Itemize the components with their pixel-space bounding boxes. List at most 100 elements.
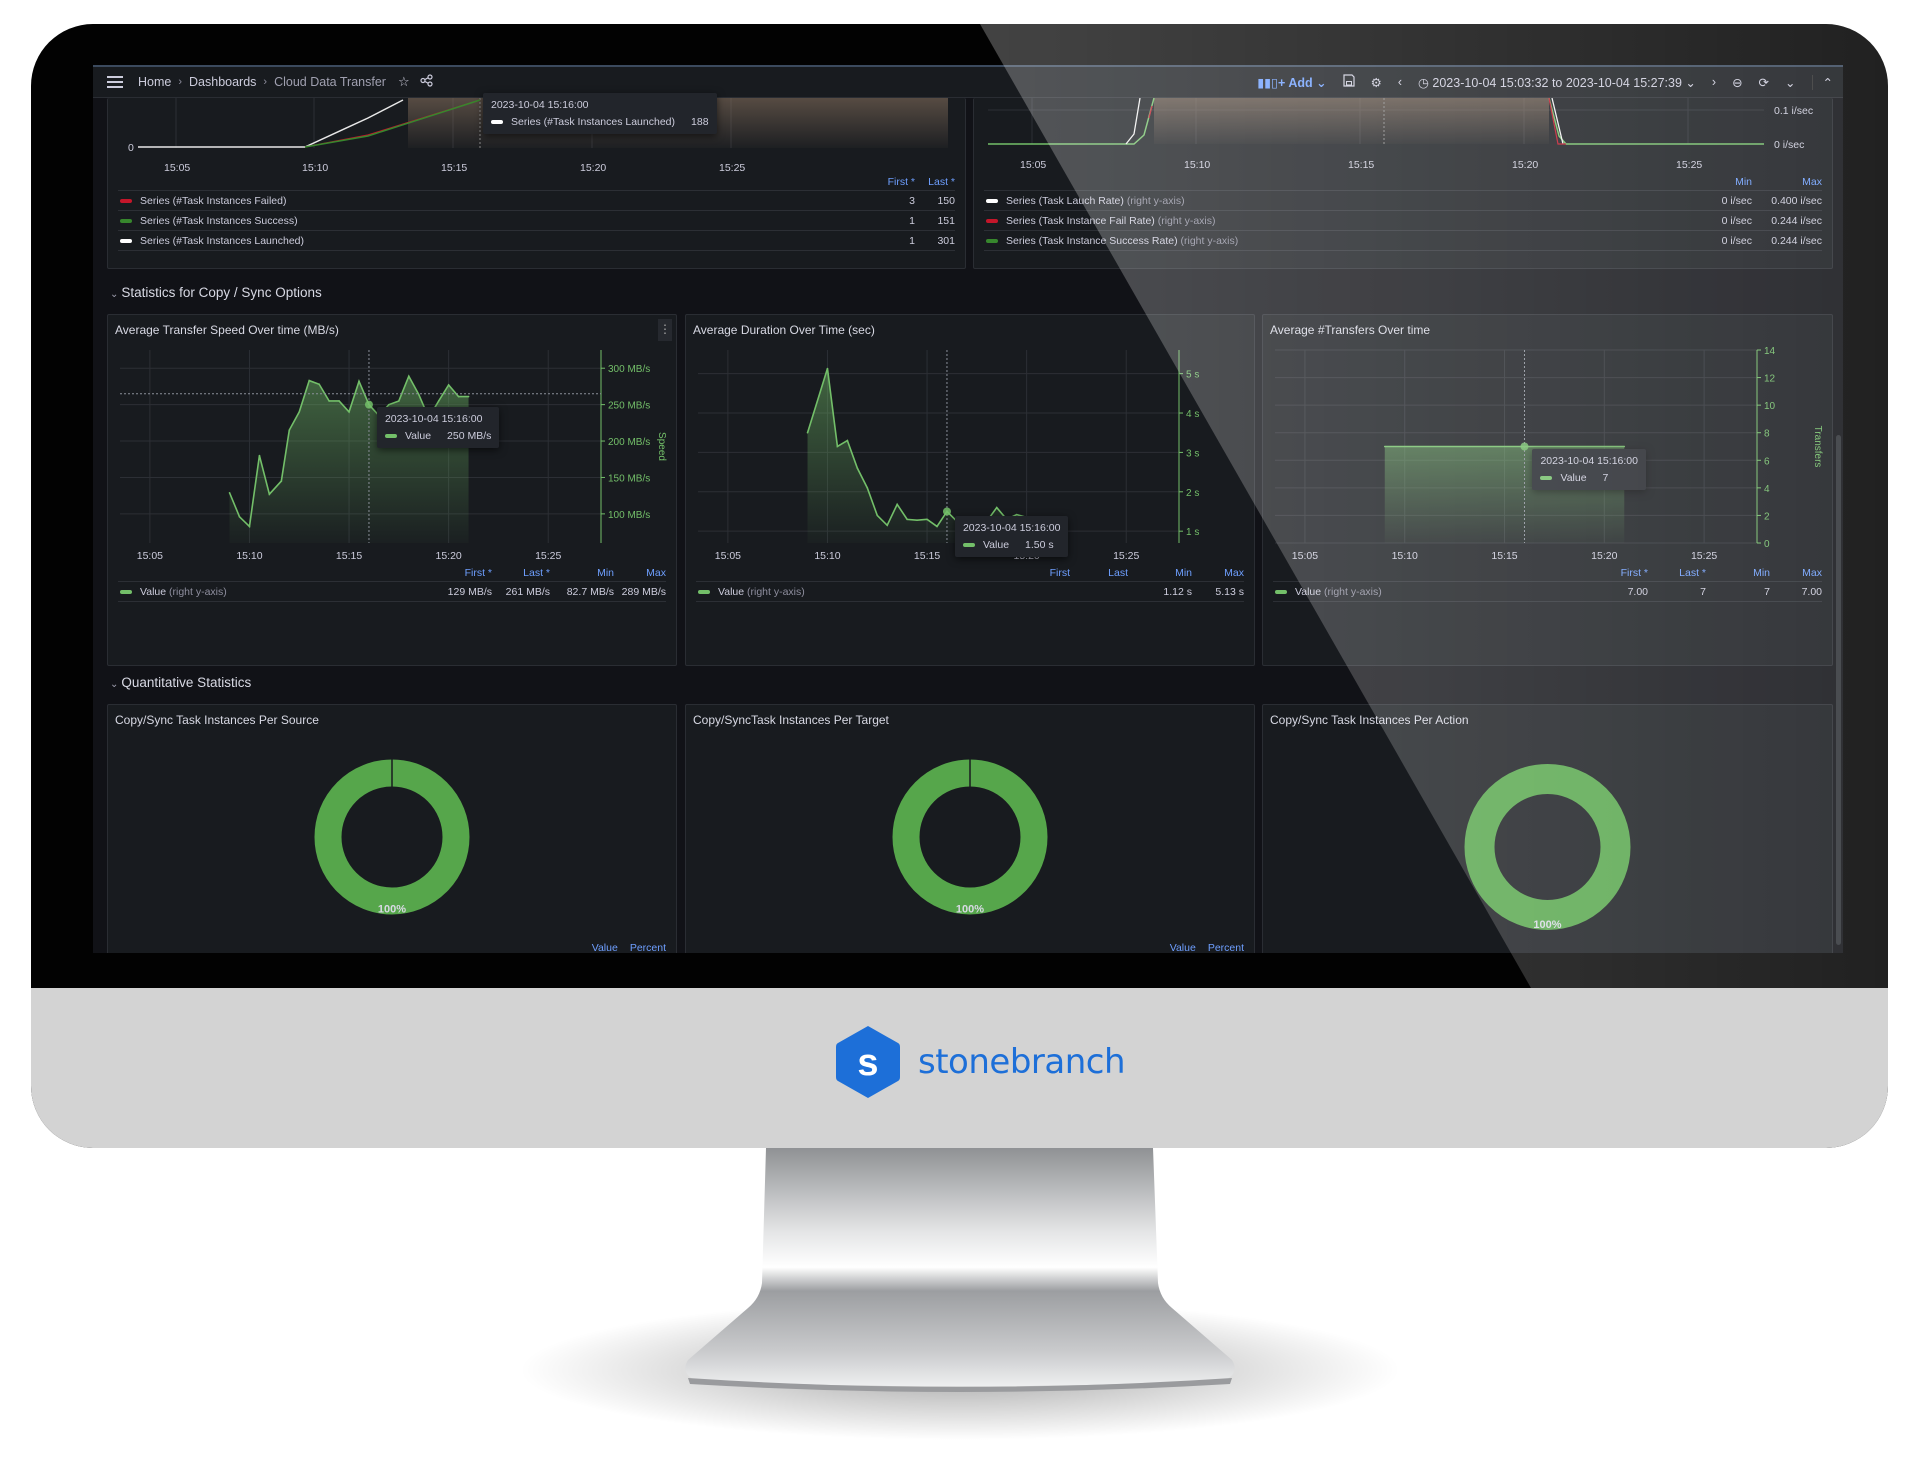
legend-header-min[interactable]: Min: [550, 567, 614, 579]
legend-header-last[interactable]: Last *: [1648, 567, 1706, 579]
timeseries-chart: 15:05 15:10 15:15 15:20 15:25 0 2 4 6 8 10 12 14 Tran…: [1275, 346, 1823, 562]
data-point: [288, 429, 291, 431]
menu-icon[interactable]: [107, 76, 123, 88]
legend-axis-note: (right y-axis): [1157, 214, 1216, 227]
data-point: [457, 395, 460, 398]
star-icon[interactable]: ☆: [398, 74, 410, 90]
data-point: [417, 393, 420, 396]
legend-first: 1: [909, 234, 915, 247]
x-tick-label: 15:10: [1392, 550, 1418, 562]
legend-header-first[interactable]: First: [1008, 567, 1070, 579]
settings-icon[interactable]: ⚙: [1371, 75, 1382, 90]
legend-axis-note: (right y-axis): [1180, 234, 1239, 247]
chevron-right-icon[interactable]: ›: [1712, 75, 1716, 89]
timeseries-chart: 15:05 15:10 15:15 15:20 15:25 100 MB/s 150 MB/…: [120, 350, 667, 562]
legend-row[interactable]: Value (right y-axis) 7.00 7 7 7.00: [1273, 581, 1822, 602]
legend-row[interactable]: Series (Task Lauch Rate) (right y-axis) 0…: [984, 190, 1822, 210]
time-range-picker[interactable]: ◷ 2023-10-04 15:03:32 to 2023-10-04 15:2…: [1418, 75, 1696, 90]
zoom-out-icon[interactable]: ⊖: [1732, 75, 1742, 90]
legend-header-first[interactable]: First *: [1586, 567, 1648, 579]
y-tick-label: 250 MB/s: [608, 401, 650, 412]
legend-header-last[interactable]: Last *: [915, 176, 955, 188]
save-icon[interactable]: [1343, 74, 1355, 90]
row-header-quantitative[interactable]: ⌄ Quantitative Statistics: [110, 675, 251, 690]
brand-logo: s stonebranch: [834, 1024, 1126, 1100]
panel-instances-per-source: Copy/Sync Task Instances Per Source 100%…: [107, 704, 677, 953]
share-icon[interactable]: [420, 74, 433, 90]
breadcrumb: Home › Dashboards › Cloud Data Transfer: [138, 75, 386, 89]
hover-tooltip: 2023-10-04 15:16:00 Value 7: [1532, 448, 1646, 490]
legend-header-min[interactable]: Min: [1706, 567, 1770, 579]
legend-row[interactable]: Series (Task Instance Success Rate) (rig…: [984, 230, 1822, 251]
refresh-interval-chevron-down-icon[interactable]: ⌄: [1785, 75, 1795, 90]
legend-header-value[interactable]: Value: [1170, 942, 1196, 953]
donut-percent-label: 100%: [956, 904, 984, 916]
data-point: [846, 439, 849, 442]
legend-header-percent[interactable]: Percent: [630, 942, 666, 953]
legend-row[interactable]: Value (right y-axis) 1.12 s 5.13 s: [696, 581, 1244, 602]
legend-axis-note: (right y-axis): [1126, 194, 1185, 207]
legend-name: Value: [140, 585, 167, 598]
x-tick-label: 15:20: [435, 550, 461, 562]
legend-header-max[interactable]: Max: [1192, 567, 1244, 579]
x-tick-label: 15:15: [1491, 550, 1517, 562]
legend-header-last[interactable]: Last: [1070, 567, 1128, 579]
legend-row[interactable]: Series (#Task Instances Failed) 3 150: [118, 190, 955, 210]
legend-table: First * Last * Min Max Value (right y-axis) 1…: [118, 565, 666, 602]
tooltip-label: Value: [1560, 471, 1587, 484]
legend-table: Value Percent: [696, 940, 1244, 953]
y-tick: 0 i/sec: [1774, 139, 1804, 151]
legend-max: 289 MB/s: [621, 585, 666, 598]
data-point: [407, 375, 410, 378]
legend-header-max[interactable]: Max: [614, 567, 666, 579]
chevron-left-icon[interactable]: ‹: [1398, 75, 1402, 89]
legend-row[interactable]: Series (#Task Instances Success) 1 151: [118, 210, 955, 230]
legend-header-first[interactable]: First *: [430, 567, 492, 579]
data-point: [936, 525, 938, 528]
page-scrollbar[interactable]: [1836, 435, 1841, 945]
rates-area-fill: [1154, 98, 1549, 144]
legend-last: 261 MB/s: [505, 585, 550, 598]
x-tick-label: 15:05: [1292, 550, 1318, 562]
refresh-icon[interactable]: ⟳: [1759, 75, 1769, 90]
legend-axis-note: (right y-axis): [747, 585, 805, 598]
monitor-stand: [520, 1148, 1400, 1440]
legend-row[interactable]: Series (#Task Instances Launched) 1 301: [118, 230, 955, 251]
legend-min: 0 i/sec: [1721, 194, 1752, 207]
legend-swatch: [120, 198, 132, 203]
legend-min: 7: [1764, 585, 1770, 598]
donut-slice: [314, 759, 470, 915]
data-point: [248, 525, 251, 528]
breadcrumb-dashboards[interactable]: Dashboards: [189, 75, 256, 89]
legend-header-percent[interactable]: Percent: [1208, 942, 1244, 953]
legend-swatch: [120, 218, 132, 223]
data-point: [338, 400, 340, 402]
legend-table: Value Percent: [118, 940, 666, 953]
x-tick-label: 15:25: [1113, 550, 1139, 562]
legend-header-value[interactable]: Value: [592, 942, 618, 953]
legend-header-max[interactable]: Max: [1770, 567, 1822, 579]
legend-name: Value: [1295, 585, 1322, 598]
data-point: [388, 403, 390, 406]
row-header-copy-sync[interactable]: ⌄ Statistics for Copy / Sync Options: [110, 285, 322, 300]
legend-header-min[interactable]: Min: [1128, 567, 1192, 579]
tooltip-time: 2023-10-04 15:16:00: [962, 522, 1061, 535]
legend-row[interactable]: Series (Task Instance Fail Rate) (right …: [984, 210, 1822, 230]
data-point: [886, 524, 889, 527]
legend-swatch: [384, 433, 397, 438]
hover-tooltip: 2023-10-04 15:16:00 Value 1.50 s: [954, 516, 1069, 558]
collapse-chevron-up-icon[interactable]: ⌃: [1811, 74, 1833, 90]
breadcrumb-home[interactable]: Home: [138, 75, 171, 89]
legend-header-last[interactable]: Last *: [492, 567, 550, 579]
legend-row[interactable]: Value (right y-axis) 129 MB/s 261 MB/s 82.7…: [118, 581, 666, 602]
legend-header-max[interactable]: Max: [1752, 176, 1822, 188]
legend-header-min[interactable]: Min: [1692, 176, 1752, 188]
legend-name: Series (Task Lauch Rate): [1006, 194, 1124, 207]
add-button[interactable]: ▮▮▯+ Add ⌄: [1257, 75, 1326, 90]
legend-min: 0 i/sec: [1721, 234, 1752, 247]
y-tick-label: 0: [1764, 539, 1770, 550]
legend-header-first[interactable]: First *: [875, 176, 915, 188]
legend-name: Series (#Task Instances Failed): [140, 194, 287, 207]
data-point: [228, 491, 231, 494]
hover-point: [1520, 442, 1529, 451]
